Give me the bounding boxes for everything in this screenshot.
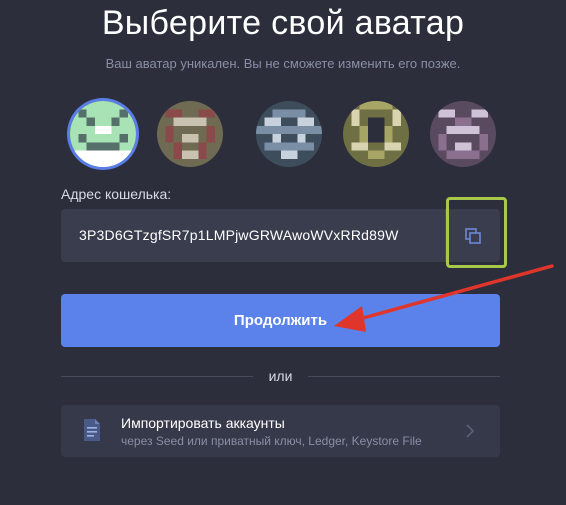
avatar-2-pattern (157, 101, 223, 167)
or-label: или (268, 368, 293, 384)
avatar-option-5[interactable] (430, 101, 496, 167)
avatar-picker (0, 0, 566, 170)
wallet-address-value[interactable]: 3P3D6GTzgfSR7p1LMPjwGRWAwoWVxRRd89W (79, 227, 399, 243)
avatar-option-1[interactable] (70, 101, 136, 167)
avatar-option-3[interactable] (256, 101, 322, 167)
copy-button-highlight (446, 197, 507, 268)
or-separator: или (61, 366, 500, 386)
import-accounts-button[interactable]: Импортировать аккаунты через Seed или пр… (61, 405, 500, 457)
avatar-3-pattern (256, 101, 322, 167)
avatar-1-pattern (70, 101, 136, 167)
wallet-address-field[interactable]: 3P3D6GTzgfSR7p1LMPjwGRWAwoWVxRRd89W (61, 209, 500, 262)
import-subtitle: через Seed или приватный ключ, Ledger, K… (121, 434, 422, 448)
wallet-label: Адрес кошелька: (61, 186, 172, 202)
avatar-5-pattern (430, 101, 496, 167)
chevron-right-icon (466, 424, 475, 438)
avatar-option-2[interactable] (157, 101, 223, 167)
import-title: Импортировать аккаунты (121, 415, 285, 431)
avatar-4-pattern (343, 101, 409, 167)
document-icon (84, 419, 100, 441)
continue-button[interactable]: Продолжить (61, 294, 500, 347)
avatar-option-4[interactable] (343, 101, 409, 167)
